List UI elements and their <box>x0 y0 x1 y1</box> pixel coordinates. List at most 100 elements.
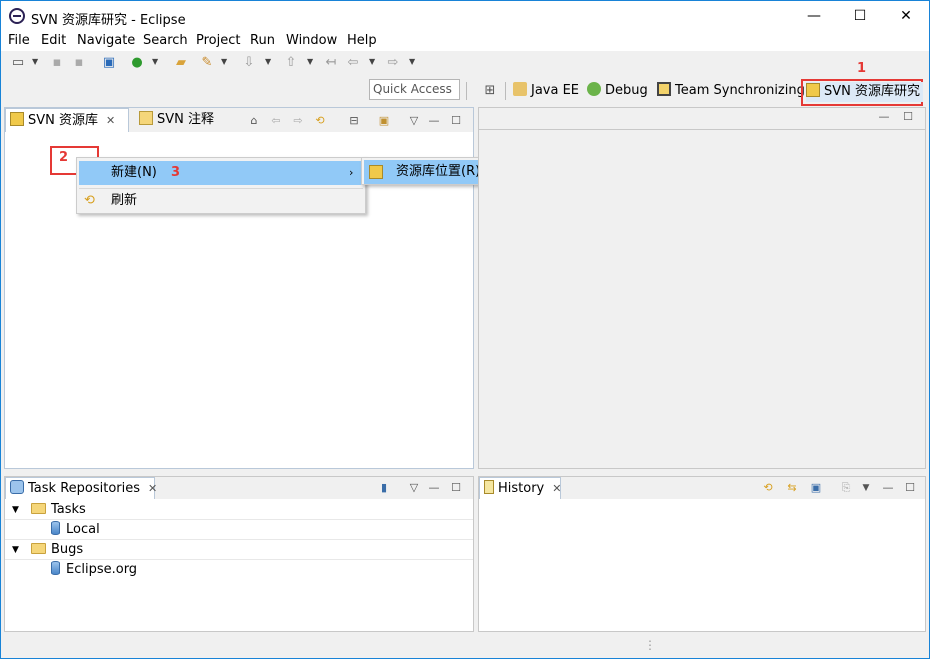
chevron-down-icon[interactable]: ▼ <box>221 57 227 66</box>
perspective-label: Debug <box>605 83 648 98</box>
compare-icon[interactable]: ⎘ <box>839 481 853 495</box>
maximize-view-icon[interactable]: ☐ <box>449 481 463 495</box>
view-menu-icon[interactable]: ▽ <box>407 114 421 128</box>
quick-access-input[interactable]: Quick Access <box>369 79 460 100</box>
menu-item-refresh[interactable]: ⟲ 刷新 <box>79 189 363 213</box>
minimize-button[interactable]: — <box>791 2 837 31</box>
chevron-down-icon[interactable]: ▼ <box>12 540 19 560</box>
perspective-label: SVN 资源库研究 <box>824 84 921 99</box>
svn-annotate-icon <box>139 111 153 125</box>
refresh-icon[interactable]: ⟲ <box>761 481 775 495</box>
menu-navigate[interactable]: Navigate <box>77 33 135 48</box>
perspective-label: Java EE <box>531 83 580 98</box>
close-icon[interactable]: ✕ <box>148 482 157 495</box>
tree-label: Eclipse.org <box>66 562 138 577</box>
new-repository-icon[interactable]: ▣ <box>377 114 391 128</box>
perspective-java-ee[interactable]: Java EE <box>513 81 579 101</box>
new-icon[interactable]: ▭ <box>10 55 26 71</box>
tree-row-local[interactable]: Local <box>5 520 473 540</box>
chevron-down-icon[interactable]: ▼ <box>32 57 38 66</box>
folder-icon <box>31 503 46 514</box>
tab-label: SVN 注释 <box>157 112 215 127</box>
open-perspective-icon[interactable]: ⊞ <box>482 83 498 99</box>
close-button[interactable]: ✕ <box>883 2 929 31</box>
history-icon <box>484 480 494 494</box>
menu-edit[interactable]: Edit <box>41 33 66 48</box>
task-view-header: Task Repositories ✕ ▮ ▽ — ☐ <box>5 477 473 499</box>
java-ee-icon <box>513 82 527 96</box>
save-all-icon[interactable]: ▪ <box>71 55 87 71</box>
tree-label: Local <box>66 522 100 537</box>
home-icon[interactable]: ⌂ <box>247 114 261 128</box>
collapse-all-icon[interactable]: ⊟ <box>347 114 361 128</box>
next-annotation-icon[interactable]: ⇩ <box>241 55 257 71</box>
tab-svn-annotate[interactable]: SVN 注释 <box>135 108 225 132</box>
chevron-down-icon[interactable]: ▼ <box>859 481 873 495</box>
refresh-icon: ⟲ <box>84 193 95 208</box>
close-icon[interactable]: ✕ <box>106 114 115 127</box>
toolbar-divider <box>505 82 506 100</box>
debug-icon <box>587 82 601 96</box>
task-repository-icon <box>10 480 24 494</box>
menu-file[interactable]: File <box>8 33 30 48</box>
tab-svn-repositories[interactable]: SVN 资源库 ✕ <box>5 108 129 132</box>
minimize-view-icon[interactable]: — <box>427 481 441 495</box>
svn-repository-icon <box>10 112 24 126</box>
status-separator-handle[interactable]: ⋮ <box>644 638 656 652</box>
chevron-down-icon[interactable]: ▼ <box>265 57 271 66</box>
refresh-icon[interactable]: ⟲ <box>313 114 327 128</box>
wand-icon[interactable]: ✎ <box>199 55 215 71</box>
menu-window[interactable]: Window <box>286 33 337 48</box>
menu-run[interactable]: Run <box>250 33 275 48</box>
open-folder-icon[interactable]: ▰ <box>173 55 189 71</box>
svn-icon <box>806 83 820 97</box>
minimize-view-icon[interactable]: — <box>427 114 441 128</box>
tree-row-tasks[interactable]: ▼ Tasks <box>5 500 473 520</box>
perspective-debug[interactable]: Debug <box>587 81 648 101</box>
chevron-down-icon[interactable]: ▼ <box>369 57 375 66</box>
maximize-view-icon[interactable]: ☐ <box>903 481 917 495</box>
tree-label: Tasks <box>51 502 86 517</box>
add-repository-icon[interactable]: ▮ <box>377 481 391 495</box>
pin-icon[interactable]: ▣ <box>809 481 823 495</box>
menu-item-new[interactable]: 新建(N) 3 › <box>79 161 363 185</box>
history-view-header: History ✕ ⟲ ⇆ ▣ ⎘ ▼ — ☐ <box>479 477 925 499</box>
maximize-view-icon[interactable]: ☐ <box>449 114 463 128</box>
back-icon[interactable]: ⇦ <box>345 55 361 71</box>
chevron-down-icon[interactable]: ▼ <box>409 57 415 66</box>
maximize-button[interactable]: ☐ <box>837 2 883 31</box>
chevron-down-icon[interactable]: ▼ <box>12 500 19 520</box>
forward-icon[interactable]: ⇨ <box>291 114 305 128</box>
chevron-down-icon[interactable]: ▼ <box>152 57 158 66</box>
back-icon[interactable]: ⇦ <box>269 114 283 128</box>
perspective-svn[interactable]: SVN 资源库研究 <box>806 82 924 102</box>
task-repository-tree: ▼ Tasks Local ▼ Bugs Eclipse.org <box>5 499 473 631</box>
perspective-team-sync[interactable]: Team Synchronizing <box>657 81 805 101</box>
run-icon[interactable]: ● <box>129 55 145 71</box>
tree-row-eclipse-org[interactable]: Eclipse.org <box>5 560 473 580</box>
team-sync-icon <box>657 82 671 96</box>
chevron-right-icon: › <box>349 166 354 179</box>
menu-project[interactable]: Project <box>196 33 240 48</box>
last-edit-icon[interactable]: ↤ <box>323 55 339 71</box>
chevron-down-icon[interactable]: ▼ <box>307 57 313 66</box>
minimize-view-icon[interactable]: — <box>881 481 895 495</box>
menu-search[interactable]: Search <box>143 33 188 48</box>
tab-history[interactable]: History ✕ <box>479 477 561 499</box>
tree-row-bugs[interactable]: ▼ Bugs <box>5 540 473 560</box>
menu-help[interactable]: Help <box>347 33 377 48</box>
view-menu-icon[interactable]: ▽ <box>407 481 421 495</box>
repository-location-icon <box>369 165 383 179</box>
close-icon[interactable]: ✕ <box>552 482 561 495</box>
forward-icon[interactable]: ⇨ <box>385 55 401 71</box>
prev-annotation-icon[interactable]: ⇧ <box>283 55 299 71</box>
link-with-editor-icon[interactable]: ⇆ <box>785 481 799 495</box>
folder-icon <box>31 543 46 554</box>
tab-label: Task Repositories <box>28 481 141 496</box>
svn-view-header: SVN 资源库 ✕ SVN 注释 ⌂ ⇦ ⇨ ⟲ ⊟ ▣ ▽ — ☐ <box>5 108 473 132</box>
tab-task-repositories[interactable]: Task Repositories ✕ <box>5 477 157 499</box>
maximize-view-icon[interactable]: ☐ <box>901 110 915 124</box>
console-icon[interactable]: ▣ <box>101 55 117 71</box>
save-icon[interactable]: ▪ <box>49 55 65 71</box>
minimize-view-icon[interactable]: — <box>877 110 891 124</box>
